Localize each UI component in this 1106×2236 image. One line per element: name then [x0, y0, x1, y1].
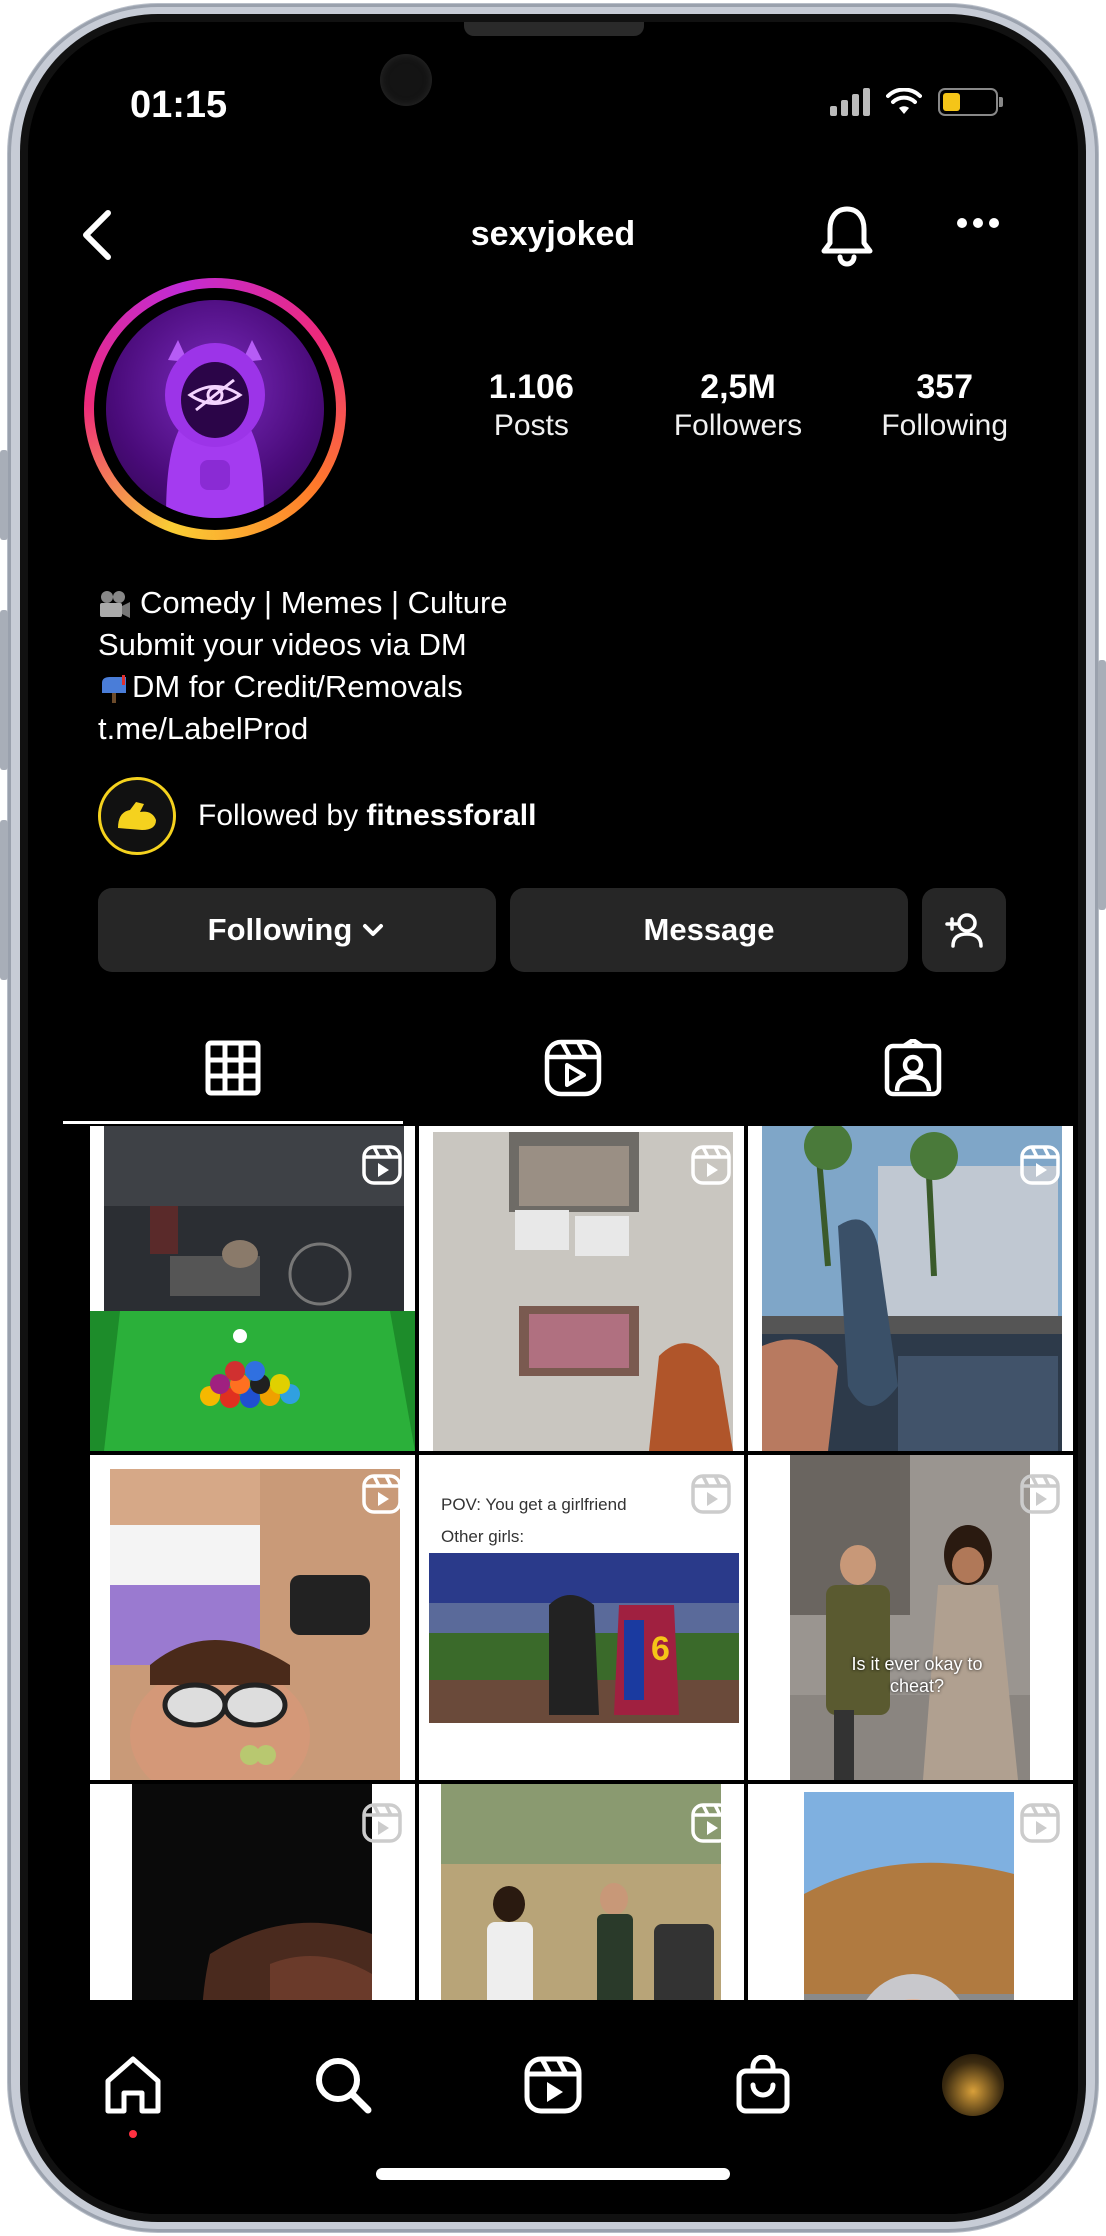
grid-post[interactable]: [90, 1126, 415, 1451]
bio-line: DM for Credit/Removals: [98, 666, 508, 708]
home-indicator: [376, 2168, 730, 2180]
bottom-nav: [28, 2000, 1078, 2214]
side-button: [1098, 660, 1106, 910]
stat-label: Posts: [493, 409, 569, 442]
home-icon: [105, 2056, 161, 2114]
stat-label: Following: [881, 409, 1009, 442]
reel-badge-icon: [691, 1145, 731, 1185]
notification-dot: [129, 2130, 137, 2138]
status-icons: [830, 88, 1003, 116]
nav-profile[interactable]: [928, 2040, 1018, 2130]
post-caption: POV: You get a girlfriend: [441, 1495, 627, 1514]
post-caption: Other girls:: [441, 1527, 525, 1546]
bell-icon[interactable]: [818, 203, 876, 267]
reel-badge-icon: [691, 1474, 731, 1514]
stat-value: 2,5M: [700, 368, 776, 406]
tab-grid[interactable]: [63, 1012, 403, 1124]
message-button[interactable]: Message: [510, 888, 908, 972]
side-button: [0, 610, 8, 770]
followed-by[interactable]: Followed by fitnessforall: [98, 777, 536, 855]
nav-search[interactable]: [298, 2040, 388, 2130]
signal-icon: [830, 88, 870, 116]
profile-avatar-small: [942, 2054, 1004, 2116]
follower-avatar: [98, 777, 176, 855]
side-button: [0, 450, 8, 540]
following-button[interactable]: Following: [98, 888, 496, 972]
mailbox-icon: [102, 674, 126, 703]
svg-text:6: 6: [651, 1630, 670, 1668]
profile-avatar: [106, 300, 324, 518]
stat-following[interactable]: 357 Following: [841, 367, 1048, 445]
screen: 01:15 sexyjoked 1.106 Posts 2,5M Followe…: [28, 22, 1078, 2214]
search-icon: [316, 2058, 372, 2114]
profile-stats: 1.106 Posts 2,5M Followers 357 Following: [428, 367, 1048, 445]
bio-line: Comedy | Memes | Culture: [98, 582, 508, 624]
stat-value: 357: [916, 368, 974, 406]
wifi-icon: [886, 88, 922, 114]
reel-badge-icon: [362, 1803, 402, 1843]
flexed-arm-icon: [118, 802, 156, 830]
tab-tagged[interactable]: [743, 1012, 1078, 1124]
grid-post[interactable]: [419, 1126, 744, 1451]
stat-posts[interactable]: 1.106 Posts: [428, 367, 635, 445]
nav-shop[interactable]: [718, 2040, 808, 2130]
grid-post[interactable]: [90, 1455, 415, 1780]
reel-badge-icon: [1020, 1474, 1060, 1514]
bio-text: Comedy | Memes | Culture: [140, 585, 508, 620]
shopping-bag-icon: [736, 2055, 790, 2114]
front-camera: [380, 54, 432, 106]
reels-icon: [524, 2056, 582, 2114]
bio-link[interactable]: t.me/LabelProd: [98, 708, 508, 750]
tab-reels[interactable]: [403, 1012, 743, 1124]
chevron-down-icon: [363, 924, 384, 936]
add-person-icon: [945, 913, 983, 948]
nav-home[interactable]: [88, 2040, 178, 2138]
grid-post[interactable]: Is it ever okay to cheat?: [748, 1455, 1073, 1780]
stat-value: 1.106: [488, 368, 574, 406]
reel-badge-icon: [691, 1803, 731, 1843]
profile-bio: Comedy | Memes | Culture Submit your vid…: [98, 582, 508, 750]
reels-icon: [544, 1039, 602, 1097]
stat-label: Followers: [673, 409, 803, 442]
bio-line: Submit your videos via DM: [98, 627, 467, 662]
more-options-icon[interactable]: [956, 217, 1000, 229]
following-label: Following: [207, 912, 353, 947]
grid-post[interactable]: [748, 1126, 1073, 1451]
nav-reels[interactable]: [508, 2040, 598, 2130]
add-user-button[interactable]: [922, 888, 1006, 972]
followed-by-username[interactable]: fitnessforall: [366, 799, 536, 832]
grid-post[interactable]: POV: You get a girlfriend Other girls: 6: [419, 1455, 744, 1780]
post-caption: Is it ever okay to cheat?: [851, 1654, 983, 1696]
profile-header: sexyjoked: [28, 197, 1078, 267]
stat-followers[interactable]: 2,5M Followers: [635, 367, 842, 445]
profile-actions: Following Message: [98, 888, 1006, 972]
reel-badge-icon: [362, 1474, 402, 1514]
reel-badge-icon: [1020, 1803, 1060, 1843]
profile-avatar-story-ring[interactable]: [84, 278, 346, 540]
tagged-person-icon: [884, 1039, 942, 1097]
movie-camera-icon: [100, 590, 130, 618]
reel-badge-icon: [362, 1145, 402, 1185]
battery-level: [943, 93, 960, 111]
reel-badge-icon: [1020, 1145, 1060, 1185]
bio-text: DM for Credit/Removals: [132, 669, 463, 704]
side-button: [0, 820, 8, 980]
status-time: 01:15: [130, 84, 228, 126]
grid-icon: [205, 1040, 261, 1096]
profile-username: sexyjoked: [470, 215, 636, 253]
speaker-grille: [464, 22, 644, 36]
battery-icon: [938, 88, 1003, 116]
followed-by-text: Followed by fitnessforall: [198, 799, 537, 832]
profile-tabs: [63, 1012, 1078, 1124]
post-grid: POV: You get a girlfriend Other girls: 6: [90, 1126, 1074, 2109]
